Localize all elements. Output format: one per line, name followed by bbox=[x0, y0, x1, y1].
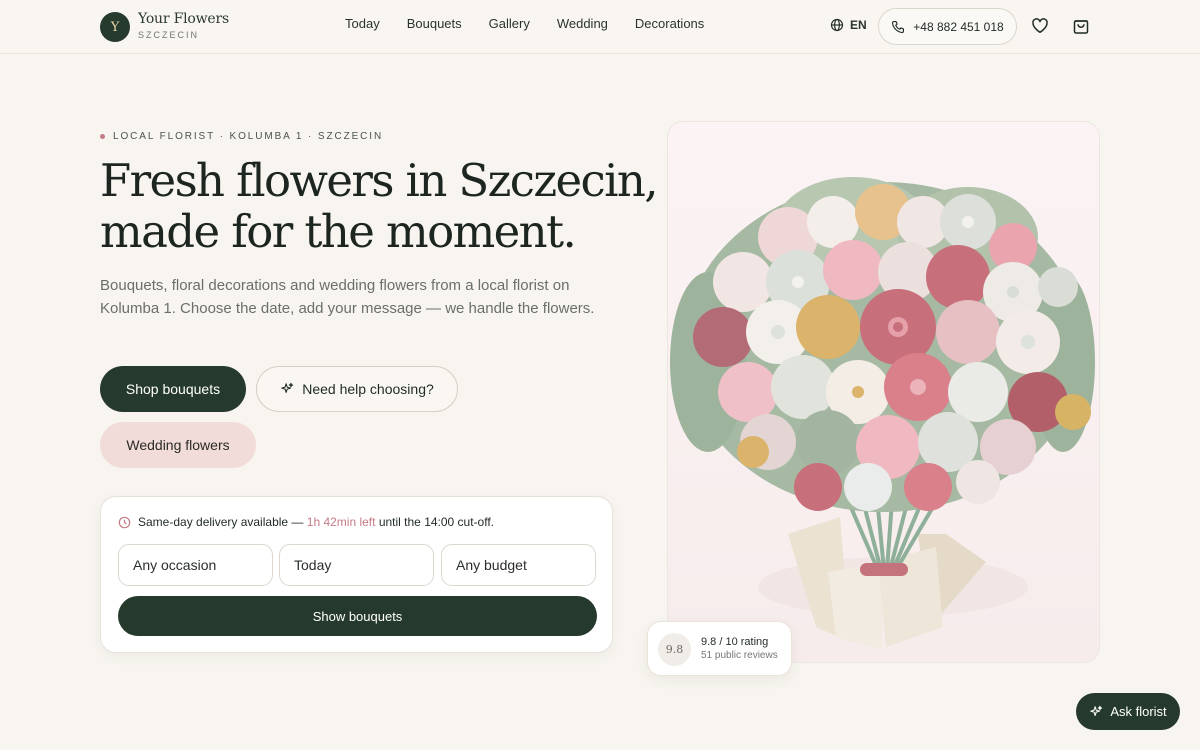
brand-city: SZCZECIN bbox=[138, 30, 199, 40]
hero-description: Bouquets, floral decorations and wedding… bbox=[100, 277, 595, 317]
bouquet-image bbox=[670, 177, 1095, 650]
phone-icon bbox=[891, 20, 905, 34]
nav-item-wedding[interactable]: Wedding bbox=[557, 16, 608, 32]
show-bouquets-label: Show bouquets bbox=[312, 608, 403, 624]
sparkle-icon bbox=[280, 382, 294, 396]
phone-number: +48 882 451 018 bbox=[913, 19, 1004, 34]
bag-icon bbox=[1072, 17, 1090, 35]
nav-item-decorations[interactable]: Decorations bbox=[635, 16, 704, 32]
date-select[interactable]: Today bbox=[279, 544, 434, 586]
delivery-lead: Same-day delivery available — bbox=[138, 515, 304, 529]
nav-item-bouquets[interactable]: Bouquets bbox=[407, 16, 462, 32]
help-choosing-label: Need help choosing? bbox=[302, 381, 434, 397]
kicker-text: LOCAL FLORIST · KOLUMBA 1 · SZCZECIN bbox=[113, 131, 384, 142]
wedding-flowers-button[interactable]: Wedding flowers bbox=[100, 422, 256, 468]
date-value: Today bbox=[294, 557, 332, 573]
budget-value: Any budget bbox=[456, 557, 527, 573]
site-header: Y Your Flowers SZCZECIN Today Bouquets G… bbox=[0, 0, 1200, 54]
sparkle-icon bbox=[1089, 705, 1103, 719]
rating-score-badge: 9.8 bbox=[658, 633, 691, 666]
rating-reviews-count: 51 public reviews bbox=[701, 650, 778, 661]
kicker-dot bbox=[100, 134, 105, 139]
delivery-tail: until the 14:00 cut-off. bbox=[378, 515, 495, 529]
budget-select[interactable]: Any budget bbox=[441, 544, 596, 586]
clock-icon bbox=[118, 516, 131, 529]
show-bouquets-button[interactable]: Show bouquets bbox=[118, 596, 597, 636]
headline-line-2: made for the moment. bbox=[100, 205, 577, 258]
logo-mark[interactable]: Y bbox=[100, 12, 130, 42]
occasion-value: Any occasion bbox=[133, 557, 217, 573]
cart-button[interactable] bbox=[1072, 17, 1090, 35]
delivery-countdown: 1h 42min left bbox=[306, 515, 376, 529]
wedding-flowers-label: Wedding flowers bbox=[126, 437, 230, 453]
phone-button[interactable]: +48 882 451 018 bbox=[878, 8, 1017, 45]
delivery-finder-card: Same-day delivery available — 1h 42min l… bbox=[100, 496, 613, 653]
delivery-status: Same-day delivery available — 1h 42min l… bbox=[118, 515, 494, 529]
bouquet-illustration bbox=[667, 121, 1100, 663]
rating-card[interactable]: 9.8 9.8 / 10 rating 51 public reviews bbox=[647, 621, 792, 676]
brand-name[interactable]: Your Flowers bbox=[138, 11, 229, 27]
wishlist-button[interactable] bbox=[1031, 17, 1049, 35]
shop-bouquets-label: Shop bouquets bbox=[125, 381, 221, 397]
nav-item-today[interactable]: Today bbox=[345, 16, 380, 32]
heart-icon bbox=[1031, 17, 1049, 35]
shop-bouquets-button[interactable]: Shop bouquets bbox=[100, 366, 246, 412]
globe-icon bbox=[830, 18, 844, 32]
rating-title: 9.8 / 10 rating bbox=[701, 636, 769, 648]
headline-line-1: Fresh flowers in Szczecin, bbox=[100, 154, 659, 207]
language-switcher[interactable]: EN bbox=[830, 18, 867, 32]
main-nav: Today Bouquets Gallery Wedding Decoratio… bbox=[345, 16, 731, 32]
ask-florist-label: Ask florist bbox=[1110, 704, 1167, 719]
ask-florist-button[interactable]: Ask florist bbox=[1076, 693, 1180, 730]
nav-item-gallery[interactable]: Gallery bbox=[489, 16, 530, 32]
language-label: EN bbox=[850, 18, 867, 32]
hero-headline: Fresh flowers in Szczecin, made for the … bbox=[100, 155, 660, 257]
hero-kicker: LOCAL FLORIST · KOLUMBA 1 · SZCZECIN bbox=[100, 131, 383, 142]
help-choosing-button[interactable]: Need help choosing? bbox=[256, 366, 458, 412]
occasion-select[interactable]: Any occasion bbox=[118, 544, 273, 586]
